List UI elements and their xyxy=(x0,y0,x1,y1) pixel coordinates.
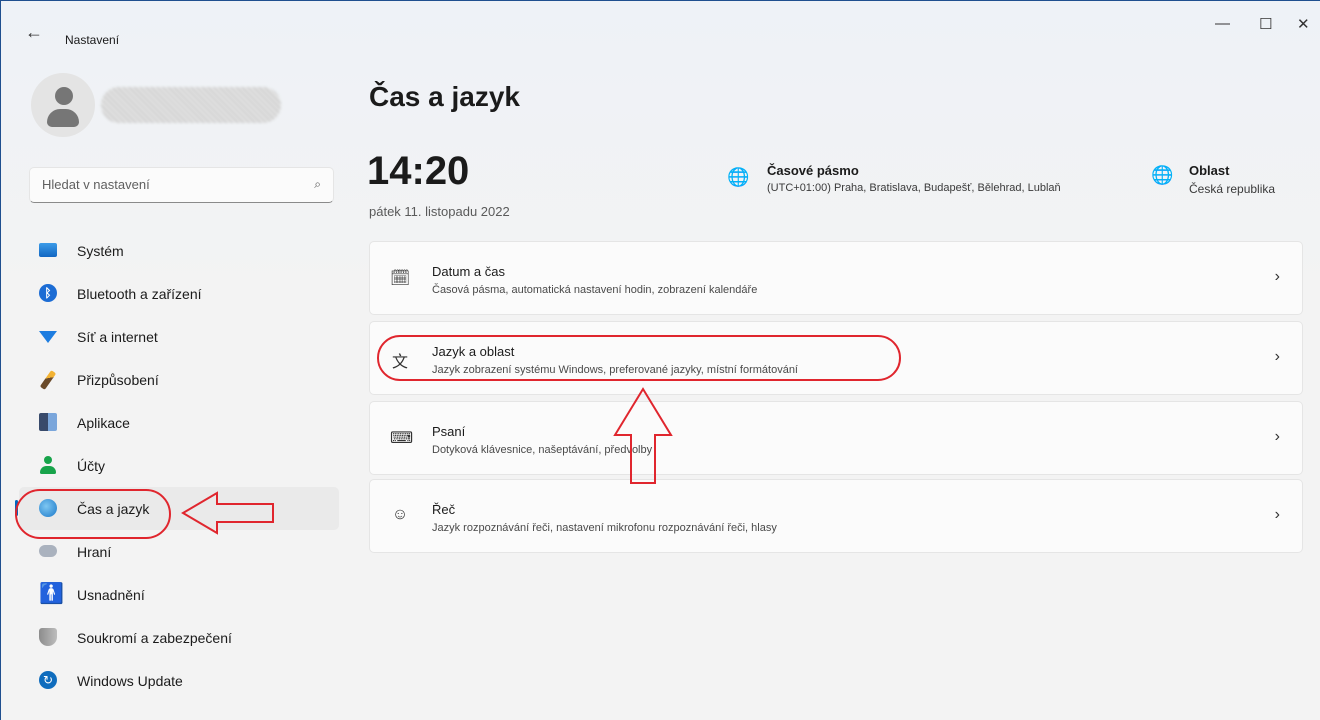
annotation-arrow-left xyxy=(181,491,274,535)
search-input[interactable] xyxy=(40,176,304,193)
card-date-time[interactable]: 🗓 Datum a čas Časová pásma, automatická … xyxy=(369,241,1303,315)
avatar[interactable] xyxy=(31,73,95,137)
region-value: Česká republika xyxy=(1189,182,1276,196)
card-title: Psaní xyxy=(432,424,466,439)
card-title: Datum a čas xyxy=(432,264,505,279)
sidebar-item-label: Účty xyxy=(77,458,105,474)
timezone-icon: 🌐 xyxy=(727,167,750,187)
region-title: Oblast xyxy=(1189,163,1230,178)
accounts-icon xyxy=(39,456,57,474)
speech-icon: ☺ xyxy=(391,506,409,523)
close-icon[interactable]: ✕ xyxy=(1297,15,1310,33)
timezone-value: (UTC+01:00) Praha, Bratislava, Budapešť,… xyxy=(767,182,1061,194)
wifi-icon xyxy=(39,331,57,343)
annotation-arrow-up xyxy=(613,387,673,484)
card-speech[interactable]: ☺ Řeč Jazyk rozpoznávání řeči, nastavení… xyxy=(369,479,1303,553)
keyboard-icon: ⌨ xyxy=(390,430,414,447)
accessibility-icon: 🚹 xyxy=(39,583,64,605)
sidebar-item-accessibility[interactable]: 🚹 Usnadnění xyxy=(19,573,339,616)
page-title: Čas a jazyk xyxy=(369,81,520,112)
sidebar-item-label: Hraní xyxy=(77,544,112,560)
sidebar-item-system[interactable]: Systém xyxy=(19,229,339,272)
sidebar-item-personalization[interactable]: Přizpůsobení xyxy=(19,358,339,401)
sidebar-item-label: Přizpůsobení xyxy=(77,372,159,388)
maximize-icon[interactable]: ☐ xyxy=(1259,15,1272,33)
minimize-icon[interactable]: — xyxy=(1215,15,1230,32)
chevron-right-icon: › xyxy=(1274,268,1280,285)
chevron-right-icon: › xyxy=(1274,348,1280,365)
current-date: pátek 11. listopadu 2022 xyxy=(369,204,510,219)
card-subtitle: Časová pásma, automatická nastavení hodi… xyxy=(432,284,758,296)
sidebar-item-privacy[interactable]: Soukromí a zabezpečení xyxy=(19,616,339,659)
search-box[interactable]: ⌕ xyxy=(29,167,334,203)
redacted-user-name xyxy=(101,87,281,123)
chevron-right-icon: › xyxy=(1274,428,1280,445)
sidebar-item-bluetooth[interactable]: ᛒ Bluetooth a zařízení xyxy=(19,272,339,315)
current-time: 14:20 xyxy=(367,149,470,193)
shield-icon xyxy=(39,628,57,646)
chevron-right-icon: › xyxy=(1274,506,1280,523)
search-icon[interactable]: ⌕ xyxy=(314,177,321,192)
sidebar-item-windows-update[interactable]: ↻ Windows Update xyxy=(19,659,339,702)
sidebar-item-label: Aplikace xyxy=(77,415,130,431)
system-icon xyxy=(39,243,57,257)
update-icon: ↻ xyxy=(39,671,57,689)
brush-icon xyxy=(39,370,57,390)
sidebar-item-label: Bluetooth a zařízení xyxy=(77,286,202,302)
title-bar: ← Nastavení — ☐ ✕ xyxy=(1,1,1320,49)
timezone-title: Časové pásmo xyxy=(767,163,859,178)
card-typing[interactable]: ⌨ Psaní Dotyková klávesnice, našeptávání… xyxy=(369,401,1303,475)
annotation-oval-sidebar xyxy=(15,489,171,539)
sidebar-item-label: Soukromí a zabezpečení xyxy=(77,630,232,646)
bluetooth-icon: ᛒ xyxy=(39,284,57,302)
sidebar-item-label: Usnadnění xyxy=(77,587,145,603)
card-subtitle: Jazyk rozpoznávání řeči, nastavení mikro… xyxy=(432,522,777,534)
gaming-icon xyxy=(39,545,57,557)
globe-icon: 🌐 xyxy=(1151,165,1174,185)
avatar-body xyxy=(47,109,79,127)
card-title: Řeč xyxy=(432,502,456,517)
settings-window: ← Nastavení — ☐ ✕ ⌕ Systém ᛒ Bluetooth a… xyxy=(0,0,1320,720)
sidebar-item-label: Windows Update xyxy=(77,673,183,689)
apps-icon xyxy=(39,413,57,431)
sidebar-item-label: Systém xyxy=(77,243,124,259)
avatar-head xyxy=(55,87,73,105)
sidebar-item-accounts[interactable]: Účty xyxy=(19,444,339,487)
sidebar-item-label: Síť a internet xyxy=(77,329,158,345)
annotation-oval-card xyxy=(377,335,901,381)
calendar-clock-icon: 🗓 xyxy=(390,270,411,287)
sidebar-nav: Systém ᛒ Bluetooth a zařízení Síť a inte… xyxy=(15,229,339,702)
sidebar-item-network[interactable]: Síť a internet xyxy=(19,315,339,358)
app-title: Nastavení xyxy=(65,33,120,47)
back-arrow-icon[interactable]: ← xyxy=(25,23,43,41)
sidebar-item-apps[interactable]: Aplikace xyxy=(19,401,339,444)
